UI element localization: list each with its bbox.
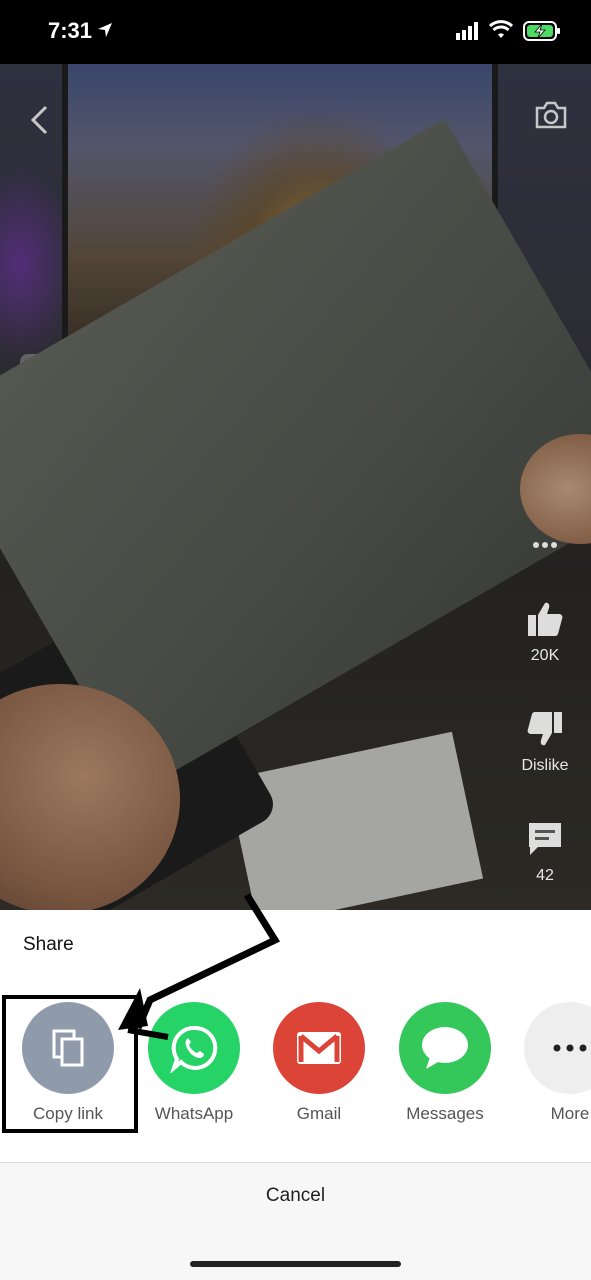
thumbs-down-icon xyxy=(527,712,562,746)
camera-icon[interactable] xyxy=(534,100,568,130)
more-dots-icon xyxy=(533,542,557,548)
home-indicator xyxy=(190,1261,401,1267)
more-icon xyxy=(553,1044,587,1052)
whatsapp-icon xyxy=(170,1025,218,1073)
like-count: 20K xyxy=(530,647,560,664)
share-gmail[interactable]: Gmail xyxy=(264,1002,374,1124)
status-bar: 7:31 xyxy=(0,0,591,64)
messages-button[interactable] xyxy=(399,1002,491,1094)
gmail-label: Gmail xyxy=(296,1104,342,1123)
share-sheet-title: Share xyxy=(23,934,74,955)
more-label: More xyxy=(550,1104,590,1123)
gmail-icon xyxy=(297,1032,341,1064)
whatsapp-button[interactable] xyxy=(148,1002,240,1094)
back-chevron-icon[interactable] xyxy=(28,104,52,136)
gmail-button[interactable] xyxy=(273,1002,365,1094)
cancel-button[interactable]: Cancel xyxy=(0,1185,591,1207)
comments-button[interactable]: 42 xyxy=(514,820,576,885)
dislike-label: Dislike xyxy=(521,757,569,774)
share-whatsapp[interactable]: WhatsApp xyxy=(139,1002,249,1124)
cellular-signal-icon xyxy=(456,22,478,40)
status-time: 7:31 xyxy=(48,18,93,43)
comment-count: 42 xyxy=(536,867,554,884)
location-arrow-icon xyxy=(98,23,112,37)
like-button[interactable]: 20K xyxy=(514,600,576,665)
more-share-button[interactable] xyxy=(524,1002,591,1094)
video-dim-overlay xyxy=(0,64,591,910)
messages-label: Messages xyxy=(406,1104,484,1123)
dislike-button[interactable]: Dislike xyxy=(514,710,576,775)
whatsapp-label: WhatsApp xyxy=(154,1104,234,1123)
thumbs-up-icon xyxy=(528,602,563,636)
cancel-area: Cancel xyxy=(0,1163,591,1280)
video-player[interactable]: 20K Dislike 42 xyxy=(0,64,591,910)
share-messages[interactable]: Messages xyxy=(390,1002,500,1124)
comment-icon xyxy=(529,823,561,855)
annotation-highlight-box xyxy=(2,995,138,1133)
more-options-button[interactable] xyxy=(514,536,576,554)
share-more[interactable]: More xyxy=(515,1002,591,1124)
wifi-icon xyxy=(489,20,513,38)
messages-icon xyxy=(422,1027,468,1069)
battery-charging-icon xyxy=(523,21,560,41)
